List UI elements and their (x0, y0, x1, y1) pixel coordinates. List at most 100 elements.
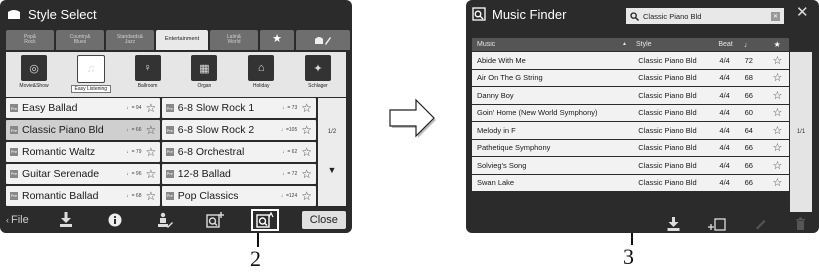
organ-icon: ▦ (191, 55, 218, 81)
favorite-star-icon[interactable]: ☆ (766, 176, 789, 189)
tab-favorite[interactable]: ★ (260, 30, 294, 50)
table-row[interactable]: Danny Boy Classic Piano Bld 4/4 66 ☆ (472, 86, 789, 104)
favorite-star-icon[interactable]: ☆ (301, 189, 312, 203)
table-row[interactable]: Abide With Me Classic Piano Bld 4/4 72 ☆ (472, 51, 789, 69)
style-tempo: ♩= 96 (126, 170, 142, 177)
favorite-star-icon[interactable]: ☆ (766, 159, 789, 172)
page-down-button[interactable]: ▼ (328, 165, 337, 175)
table-row[interactable]: Melody in F Classic Piano Bld 4/4 64 ☆ (472, 121, 789, 139)
subcategory-item[interactable]: ▦ Organ (180, 55, 228, 94)
column-beat[interactable]: Beat (714, 41, 740, 48)
style-item[interactable]: Pre Guitar Serenade ♩= 96 ☆ (6, 163, 161, 185)
music-finder-panel: Music Finder Classic Piano Bld ✕ ✕ Music… (466, 0, 819, 233)
style-item[interactable]: Pre Pop Classics ♩=124 ☆ (161, 185, 316, 206)
clear-search-button[interactable]: ✕ (771, 11, 780, 21)
info-button[interactable] (102, 210, 128, 230)
table-row[interactable]: Solvieg's Song Classic Piano Bld 4/4 66 ☆ (472, 156, 789, 174)
style-name: Easy Ballad (22, 102, 78, 115)
style-tempo: ♩= 73 (282, 105, 298, 112)
favorite-star-icon[interactable]: ☆ (766, 124, 789, 137)
add-record-icon (708, 217, 726, 231)
favorite-star-icon[interactable]: ☆ (145, 123, 156, 137)
category-tab[interactable]: Country& Blues (56, 30, 104, 50)
favorite-star-icon[interactable]: ☆ (766, 141, 789, 154)
favorite-star-icon[interactable]: ☆ (766, 54, 789, 67)
style-select-toolbar: ‹ File Close (6, 208, 348, 232)
favorite-star-icon[interactable]: ☆ (301, 145, 312, 159)
add-record-button[interactable] (708, 217, 726, 231)
save-button[interactable] (53, 210, 79, 230)
favorite-star-icon[interactable]: ☆ (301, 101, 312, 115)
cell-beat: 4/4 (719, 160, 730, 170)
favorite-star-icon[interactable]: ☆ (766, 89, 789, 102)
music-finder-plus-icon (206, 212, 225, 228)
close-icon[interactable]: ✕ (796, 3, 809, 21)
style-item[interactable]: Pre 6-8 Slow Rock 1 ♩= 73 ☆ (161, 98, 316, 119)
performer-icon (158, 212, 174, 228)
column-music[interactable]: Music ▲ (472, 41, 631, 48)
subcategory-item[interactable]: ✦ Schlager (294, 55, 342, 94)
file-button[interactable]: ‹ File (6, 214, 29, 226)
music-finder-button[interactable] (250, 209, 279, 231)
music-finder-add-button[interactable] (202, 210, 228, 230)
edit-style-button[interactable] (152, 210, 178, 230)
style-name: 6-8 Slow Rock 2 (177, 124, 255, 137)
column-style[interactable]: Style (631, 41, 714, 48)
cell-tempo: 66 (744, 178, 753, 188)
style-item[interactable]: Pre Classic Piano Bld ♩= 66 ☆ (6, 119, 161, 141)
preset-badge: Pre (10, 104, 18, 113)
music-finder-icon (472, 7, 486, 21)
save-button[interactable] (667, 216, 680, 231)
chevron-left-icon: ‹ (6, 215, 9, 225)
category-tab[interactable]: Pop& Rock (6, 30, 54, 50)
style-select-header: Style Select (6, 4, 97, 24)
style-name: Guitar Serenade (22, 167, 100, 180)
subcategory-item[interactable]: ⌂ Holiday (237, 55, 285, 94)
favorite-star-icon[interactable]: ☆ (766, 71, 789, 84)
search-field[interactable]: Classic Piano Bld ✕ (626, 8, 784, 24)
preset-badge: Pre (165, 191, 174, 200)
column-tempo[interactable]: ♩ (740, 40, 766, 49)
table-row[interactable]: Goin' Home (New World Symphony) Classic P… (472, 103, 789, 121)
sort-ascending-icon: ▲ (622, 41, 627, 47)
style-item[interactable]: Pre Romantic Ballad ♩= 68 ☆ (6, 185, 161, 206)
style-item[interactable]: Pre 6-8 Slow Rock 2 ♩=105 ☆ (161, 119, 316, 141)
cell-tempo: 60 (744, 108, 753, 118)
style-item[interactable]: Pre 12-8 Ballad ♩= 72 ☆ (161, 163, 316, 185)
favorite-star-icon[interactable]: ☆ (301, 123, 312, 137)
column-favorite[interactable]: ★ (765, 40, 789, 49)
preset-badge: Pre (165, 104, 174, 113)
tab-user[interactable] (296, 30, 350, 50)
favorite-star-icon[interactable]: ☆ (145, 167, 156, 181)
delete-record-button[interactable] (795, 217, 806, 230)
table-row[interactable]: Pathetique Symphony Classic Piano Bld 4/4 6… (472, 138, 789, 156)
style-item[interactable]: Pre Easy Ballad ♩= 94 ☆ (6, 98, 161, 119)
category-tab[interactable]: Latin& World (210, 30, 258, 50)
style-item[interactable]: Pre 6-8 Orchestral ♩= 62 ☆ (161, 141, 316, 163)
subcategory-row: ◎ Movie&Show ♫ Easy Listening ♀ Ballroom ▦ Orga… (6, 52, 346, 97)
style-tempo: ♩= 79 (126, 148, 142, 155)
style-list: Pre Easy Ballad ♩= 94 ☆ Pre 6-8 Slow Rock 1 ♩=… (6, 98, 316, 206)
cell-beat: 4/4 (719, 90, 730, 100)
preset-badge: Pre (10, 147, 18, 156)
subcategory-item[interactable]: ♀ Ballroom (124, 55, 172, 94)
close-button[interactable]: Close (301, 211, 346, 229)
preset-badge: Pre (165, 169, 174, 178)
favorite-star-icon[interactable]: ☆ (145, 189, 156, 203)
favorite-star-icon[interactable]: ☆ (301, 167, 312, 181)
table-row[interactable]: Swan Lake Classic Piano Bld 4/4 66 ☆ (472, 173, 789, 191)
edit-record-button[interactable] (754, 217, 767, 230)
cell-music: Melody in F (477, 125, 516, 135)
style-tempo: ♩= 66 (126, 127, 142, 134)
subcategory-label: Movie&Show (19, 83, 49, 89)
subcategory-item[interactable]: ◎ Movie&Show (10, 55, 58, 94)
table-row[interactable]: Air On The G String Classic Piano Bld 4/4 6… (472, 68, 789, 86)
category-tab[interactable]: Entertainment (156, 30, 208, 50)
favorite-star-icon[interactable]: ☆ (766, 106, 789, 119)
callout-line-2 (257, 233, 259, 247)
style-item[interactable]: Pre Romantic Waltz ♩= 79 ☆ (6, 141, 161, 163)
subcategory-item[interactable]: ♫ Easy Listening (67, 55, 115, 94)
category-tab[interactable]: Standards& Jazz (106, 30, 154, 50)
favorite-star-icon[interactable]: ☆ (145, 101, 156, 115)
favorite-star-icon[interactable]: ☆ (145, 145, 156, 159)
